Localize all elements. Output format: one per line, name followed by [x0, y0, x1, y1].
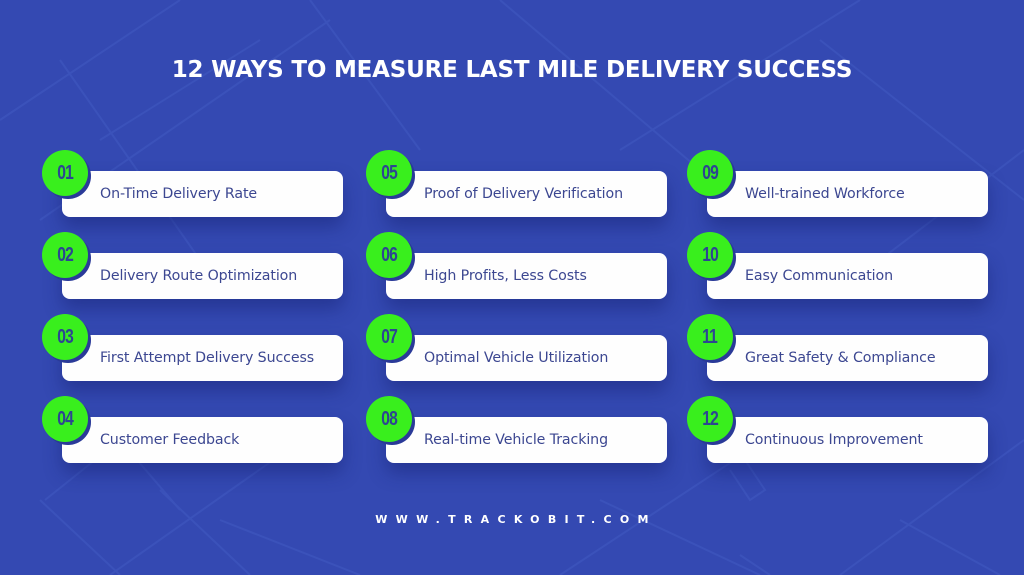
- metric-card: High Profits, Less Costs: [386, 253, 667, 299]
- metric-card: On-Time Delivery Rate: [62, 171, 343, 217]
- metric-item: On-Time Delivery Rate 01: [42, 146, 343, 226]
- metric-label: Real-time Vehicle Tracking: [424, 432, 608, 448]
- metric-label: Proof of Delivery Verification: [424, 186, 623, 202]
- metric-item: Customer Feedback 04: [42, 392, 343, 472]
- metric-item: First Attempt Delivery Success 03: [42, 310, 343, 390]
- badge-number: 02: [57, 244, 74, 266]
- badge-number: 11: [702, 326, 719, 348]
- metric-card: Great Safety & Compliance: [707, 335, 988, 381]
- badge-number: 06: [381, 244, 398, 266]
- metric-item: Delivery Route Optimization 02: [42, 228, 343, 308]
- metric-card: First Attempt Delivery Success: [62, 335, 343, 381]
- number-badge: 09: [687, 150, 733, 196]
- metric-label: On-Time Delivery Rate: [100, 186, 258, 202]
- badge-number: 10: [702, 244, 719, 266]
- badge-number: 12: [702, 408, 719, 430]
- metric-card: Optimal Vehicle Utilization: [386, 335, 667, 381]
- badge-number: 09: [702, 162, 719, 184]
- badge-number: 04: [57, 408, 74, 430]
- number-badge: 07: [366, 314, 412, 360]
- metric-card: Continuous Improvement: [707, 417, 988, 463]
- metric-label: Continuous Improvement: [745, 432, 923, 448]
- page-title: 12 WAYS TO MEASURE LAST MILE DELIVERY SU…: [171, 57, 853, 83]
- number-badge: 08: [366, 396, 412, 442]
- metric-label: Customer Feedback: [100, 432, 240, 448]
- badge-number: 01: [57, 162, 74, 184]
- metric-item: Proof of Delivery Verification 05: [366, 146, 667, 226]
- number-badge: 02: [42, 232, 88, 278]
- metric-label: High Profits, Less Costs: [424, 268, 587, 284]
- metric-label: Delivery Route Optimization: [100, 268, 298, 284]
- metric-card: Delivery Route Optimization: [62, 253, 343, 299]
- badge-number: 05: [381, 162, 398, 184]
- metric-label: Well-trained Workforce: [745, 186, 905, 202]
- number-badge: 01: [42, 150, 88, 196]
- number-badge: 05: [366, 150, 412, 196]
- metric-item: Easy Communication 10: [687, 228, 988, 308]
- metric-label: Optimal Vehicle Utilization: [424, 350, 609, 366]
- metric-item: Optimal Vehicle Utilization 07: [366, 310, 667, 390]
- metric-card: Well-trained Workforce: [707, 171, 988, 217]
- number-badge: 12: [687, 396, 733, 442]
- metric-item: High Profits, Less Costs 06: [366, 228, 667, 308]
- metric-card: Customer Feedback: [62, 417, 343, 463]
- number-badge: 11: [687, 314, 733, 360]
- metric-card: Proof of Delivery Verification: [386, 171, 667, 217]
- metric-card: Easy Communication: [707, 253, 988, 299]
- number-badge: 03: [42, 314, 88, 360]
- metric-item: Well-trained Workforce 09: [687, 146, 988, 226]
- badge-number: 08: [381, 408, 398, 430]
- metric-card: Real-time Vehicle Tracking: [386, 417, 667, 463]
- number-badge: 10: [687, 232, 733, 278]
- metric-label: Easy Communication: [745, 268, 893, 284]
- metric-item: Real-time Vehicle Tracking 08: [366, 392, 667, 472]
- metric-label: Great Safety & Compliance: [745, 350, 936, 366]
- website-url: WWW.TRACKOBIT.COM: [375, 513, 657, 526]
- metric-label: First Attempt Delivery Success: [100, 350, 315, 366]
- number-badge: 06: [366, 232, 412, 278]
- badge-number: 07: [381, 326, 398, 348]
- metric-item: Great Safety & Compliance 11: [687, 310, 988, 390]
- badge-number: 03: [57, 326, 74, 348]
- metric-item: Continuous Improvement 12: [687, 392, 988, 472]
- number-badge: 04: [42, 396, 88, 442]
